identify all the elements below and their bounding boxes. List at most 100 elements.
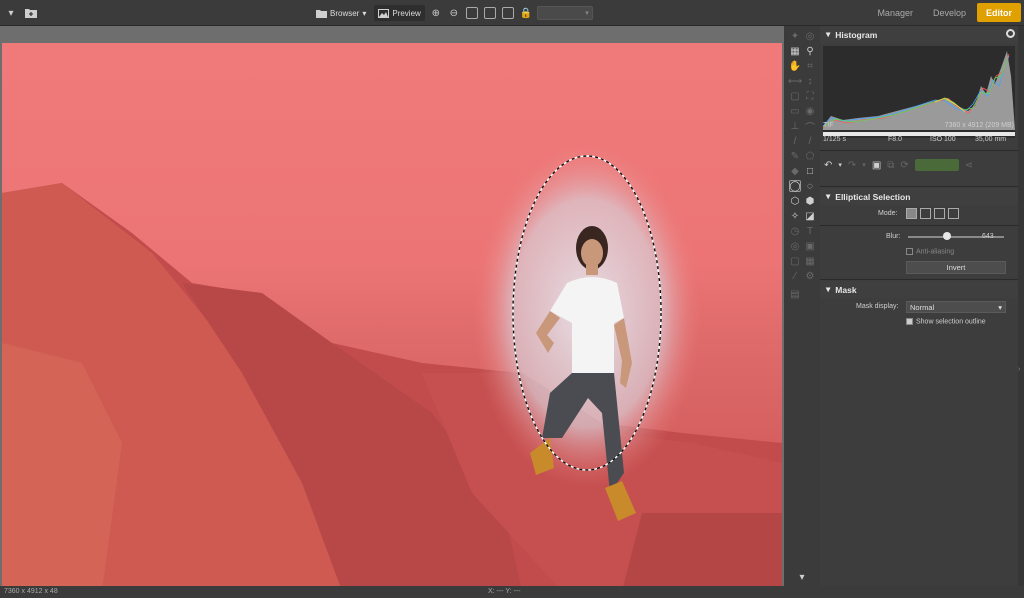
- zoom-out-icon[interactable]: ⊖: [447, 6, 461, 20]
- mode-new-icon[interactable]: [906, 208, 917, 219]
- watermark-icon[interactable]: ▣: [804, 240, 816, 252]
- show-outline-checkbox[interactable]: Show selection outline: [906, 318, 986, 325]
- chevron-right-icon[interactable]: ›: [1018, 366, 1020, 373]
- checkbox-icon: [906, 318, 913, 325]
- shape-icon[interactable]: ◷: [789, 225, 801, 237]
- magnetic-lasso-icon[interactable]: ⬢: [804, 195, 816, 207]
- file-type: TIF: [823, 122, 834, 129]
- hand-icon[interactable]: ✋: [789, 60, 801, 72]
- histogram-settings-icon[interactable]: [1006, 29, 1015, 38]
- redeye-icon[interactable]: ◎: [804, 30, 816, 42]
- eraser-icon[interactable]: ◆: [789, 165, 801, 177]
- shutter-speed: 1/125 s: [823, 136, 846, 143]
- invert-button[interactable]: Invert: [906, 261, 1006, 274]
- more-tools-icon[interactable]: ▾: [796, 571, 808, 583]
- status-coordinates: X: --- Y: ---: [488, 588, 521, 595]
- zoom-1-1-icon[interactable]: [465, 6, 479, 20]
- canvas-icon[interactable]: ▢: [789, 90, 801, 102]
- photo-canvas[interactable]: [2, 43, 782, 591]
- mask-display-select[interactable]: Normal ▾: [906, 301, 1006, 313]
- browser-label: Browser: [330, 8, 360, 18]
- image-viewer[interactable]: [0, 26, 784, 591]
- mode-develop[interactable]: Develop: [924, 3, 975, 22]
- mode-subtract-icon[interactable]: [934, 208, 945, 219]
- divider: [820, 186, 1018, 187]
- preview-button[interactable]: Preview: [374, 5, 425, 21]
- crop-icon[interactable]: ⌗: [804, 60, 816, 72]
- chevron-down-icon[interactable]: ▾: [362, 9, 366, 18]
- mode-intersect-icon[interactable]: [948, 208, 959, 219]
- grid-icon[interactable]: ▦: [789, 45, 801, 57]
- histogram-title: Histogram: [835, 29, 878, 40]
- image-icon[interactable]: ▣: [872, 160, 881, 171]
- chevron-down-icon: ▾: [826, 284, 831, 294]
- heal-icon[interactable]: ▭: [789, 105, 801, 117]
- stamp-icon[interactable]: ⊥: [789, 120, 801, 132]
- brush-icon[interactable]: /: [789, 135, 801, 147]
- chevron-down-icon[interactable]: ▾: [4, 6, 18, 20]
- image-dimensions: 7360 x 4912 (209 MB): [944, 122, 1014, 129]
- rect-select-icon[interactable]: □: [804, 165, 816, 177]
- blur-slider-knob[interactable]: [943, 232, 951, 240]
- zoom-tool-icon[interactable]: ⚲: [804, 45, 816, 57]
- blur-label: Blur:: [886, 233, 901, 240]
- mask-header[interactable]: ▾ Mask: [820, 281, 1018, 298]
- mode-add-icon[interactable]: [920, 208, 931, 219]
- line-icon[interactable]: ⁄: [789, 270, 801, 282]
- mask-title: Mask: [835, 284, 857, 295]
- ellipse-select-icon[interactable]: ◯: [789, 180, 801, 192]
- resize-icon[interactable]: ↕: [804, 75, 816, 87]
- checkbox-icon: [906, 248, 913, 255]
- smudge-icon[interactable]: ⌒: [804, 120, 816, 134]
- divider: [820, 225, 1018, 226]
- share-icon[interactable]: ⋖: [965, 160, 973, 171]
- browser-button[interactable]: Browser ▾: [312, 5, 370, 21]
- wand-icon[interactable]: ✦: [789, 30, 801, 42]
- divider: [820, 150, 1018, 151]
- settings-icon[interactable]: ⚙: [804, 270, 816, 282]
- redo-icon[interactable]: ↷: [848, 160, 856, 171]
- chevron-down-icon: ▾: [998, 302, 1002, 312]
- polygon-lasso-icon[interactable]: ⬡: [789, 195, 801, 207]
- mode-manager[interactable]: Manager: [868, 3, 922, 22]
- image-icon: [378, 8, 390, 18]
- lasso-icon[interactable]: ◌: [804, 180, 816, 192]
- fit-height-icon[interactable]: [501, 6, 515, 20]
- magic-wand-icon[interactable]: ✧: [789, 210, 801, 222]
- pencil-icon[interactable]: /: [804, 135, 816, 147]
- text-icon[interactable]: T: [804, 225, 816, 237]
- anti-aliasing-checkbox[interactable]: Anti-aliasing: [906, 248, 954, 255]
- preview-label: Preview: [392, 8, 421, 18]
- chevron-down-icon: ▾: [826, 29, 831, 39]
- gradient-icon[interactable]: ◎: [789, 240, 801, 252]
- folder-icon: [316, 9, 327, 18]
- fit-screen-icon[interactable]: [483, 6, 497, 20]
- transform-icon[interactable]: ⛶: [804, 90, 816, 102]
- chevron-down-icon[interactable]: ▾: [838, 161, 842, 169]
- filter-icon[interactable]: ▦: [804, 255, 816, 267]
- show-outline-label: Show selection outline: [916, 318, 986, 326]
- lock-icon[interactable]: 🔒: [519, 6, 533, 20]
- straighten-icon[interactable]: ⟷: [788, 75, 802, 87]
- undo-icon[interactable]: ↶: [824, 160, 832, 171]
- eye-icon[interactable]: ◉: [804, 105, 816, 117]
- layers-icon[interactable]: ▤: [789, 288, 801, 300]
- bucket-icon[interactable]: ⬠: [804, 150, 816, 162]
- zoom-select[interactable]: ▾: [536, 6, 593, 20]
- histogram-header[interactable]: ▾ Histogram: [820, 26, 1018, 43]
- anti-aliasing-label: Anti-aliasing: [916, 248, 955, 256]
- frame-icon[interactable]: ▢: [789, 255, 801, 267]
- elliptical-selection-header[interactable]: ▾ Elliptical Selection: [820, 188, 1018, 205]
- mode-editor[interactable]: Editor: [977, 3, 1021, 22]
- selection-brush-icon[interactable]: ◪: [804, 210, 816, 222]
- save-button[interactable]: [914, 159, 959, 171]
- zoom-in-icon[interactable]: ⊕: [429, 6, 443, 20]
- blur-value[interactable]: 643: [982, 233, 994, 240]
- chevron-down-icon[interactable]: ▾: [862, 161, 866, 169]
- mask-display-label: Mask display:: [856, 303, 899, 310]
- folder-add-icon[interactable]: [24, 6, 38, 20]
- compare-icon[interactable]: ⧉: [887, 160, 894, 171]
- eyedropper-icon[interactable]: ✎: [789, 150, 801, 162]
- panel-collapse-strip[interactable]: ›: [1018, 26, 1024, 586]
- rotate-icon[interactable]: ⟳: [900, 160, 908, 171]
